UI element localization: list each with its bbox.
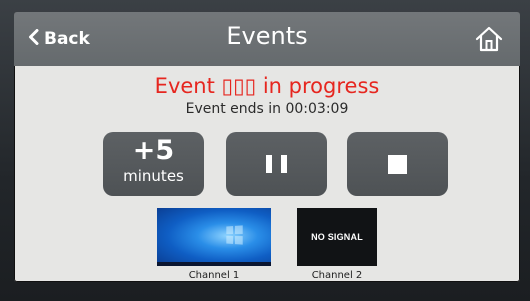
channel-2-tile[interactable]: NO SIGNAL Channel 2 [297, 208, 377, 281]
taskbar [157, 262, 271, 266]
channel-1-preview [157, 208, 271, 266]
channel-1-tile[interactable]: Channel 1 [157, 208, 271, 281]
add-time-amount: +5 [132, 135, 175, 166]
add-time-unit: minutes [123, 167, 184, 185]
chevron-left-icon [28, 28, 39, 50]
home-icon [474, 26, 504, 57]
add-five-minutes-button[interactable]: +5 minutes [103, 132, 204, 196]
touch-panel-screen: Back Events Event ▯▯▯ in progress Event … [14, 12, 520, 282]
device-bezel: Back Events Event ▯▯▯ in progress Event … [0, 0, 530, 301]
stop-button[interactable] [347, 132, 448, 196]
pause-button[interactable] [226, 132, 327, 196]
back-button[interactable]: Back [28, 26, 90, 52]
header-bar: Back Events [14, 12, 520, 66]
back-button-label: Back [44, 29, 90, 49]
channel-2-label: Channel 2 [311, 270, 363, 281]
event-countdown: Event ends in 00:03:09 [185, 101, 349, 117]
home-button[interactable] [474, 25, 504, 53]
windows-logo-icon [226, 225, 243, 245]
channel-2-preview: NO SIGNAL [297, 208, 377, 266]
stop-icon [388, 155, 407, 174]
event-status-title: Event ▯▯▯ in progress [154, 74, 380, 98]
channel-1-label: Channel 1 [188, 270, 240, 281]
